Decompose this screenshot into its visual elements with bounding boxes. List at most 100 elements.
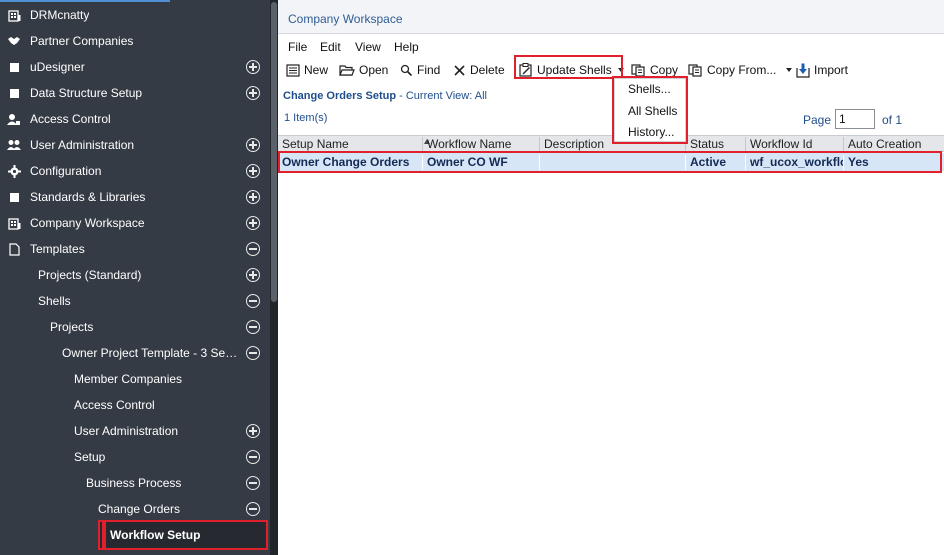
collapse-icon[interactable]	[246, 450, 260, 464]
sidebar-item-configuration[interactable]: Configuration	[0, 158, 270, 184]
new-document-icon	[286, 63, 300, 77]
sidebar-item-templates[interactable]: Templates	[0, 236, 270, 262]
expand-icon[interactable]	[246, 190, 260, 204]
dropdown-item-history[interactable]: History...	[628, 125, 674, 139]
collapse-icon[interactable]	[246, 242, 260, 256]
expand-icon[interactable]	[246, 164, 260, 178]
sidebar-item-member-companies[interactable]: Member Companies	[0, 366, 270, 392]
expand-icon[interactable]	[246, 138, 260, 152]
update-shells-button[interactable]: Update Shells	[519, 62, 624, 78]
sidebar-item-setup[interactable]: Setup	[0, 444, 270, 470]
sidebar-item-owner-project-template[interactable]: Owner Project Template - 3 Segm...	[0, 340, 270, 366]
copy-icon	[631, 63, 645, 77]
copy-button[interactable]: Copy	[631, 62, 678, 78]
sidebar-item-partner-companies[interactable]: Partner Companies	[0, 28, 270, 54]
table-header: Setup Name Workflow Name Description Sta…	[278, 135, 944, 152]
copy-from-button[interactable]: Copy From...	[688, 62, 793, 78]
folder-open-icon	[339, 64, 355, 76]
sidebar-item-label: uDesigner	[30, 60, 85, 74]
sidebar-item-company-workspace[interactable]: Company Workspace	[0, 210, 270, 236]
collapse-icon[interactable]	[246, 320, 260, 334]
sidebar-item-label: Projects	[50, 320, 94, 334]
building-icon	[7, 8, 21, 22]
menu-view[interactable]: View	[355, 40, 381, 54]
gear-icon	[7, 164, 21, 178]
dropdown-item-shells[interactable]: Shells...	[628, 82, 671, 96]
new-button[interactable]: New	[286, 62, 328, 78]
column-header-workflow-id[interactable]: Workflow Id	[746, 137, 844, 152]
dropdown-item-all-shells[interactable]: All Shells	[628, 104, 677, 118]
import-label: Import	[814, 63, 849, 77]
sidebar-item-label: Company Workspace	[30, 216, 145, 230]
expand-icon[interactable]	[246, 268, 260, 282]
sidebar-item-label: Business Process	[86, 476, 182, 490]
current-view-label: - Current View: All	[396, 90, 487, 102]
sidebar-item-data-structure-setup[interactable]: Data Structure Setup	[0, 80, 270, 106]
table-row[interactable]: Owner Change Orders Owner CO WF Active w…	[278, 153, 944, 171]
cell-auto-creation: Yes	[848, 155, 869, 169]
setup-title: Change Orders Setup - Current View: All	[283, 90, 487, 102]
sidebar-item-udesigner[interactable]: uDesigner	[0, 54, 270, 80]
sidebar-item-standards-libraries[interactable]: Standards & Libraries	[0, 184, 270, 210]
sidebar-item-label: Templates	[30, 242, 85, 256]
sidebar-item-shells[interactable]: Shells	[0, 288, 270, 314]
column-header-status[interactable]: Status	[686, 137, 746, 152]
sidebar-item-label: Shells	[38, 294, 71, 308]
menu-help[interactable]: Help	[394, 40, 419, 54]
sidebar-item-business-process[interactable]: Business Process	[0, 470, 270, 496]
scrollbar-thumb[interactable]	[271, 2, 277, 302]
sidebar-scrollbar[interactable]	[270, 0, 278, 555]
square-icon	[7, 190, 21, 204]
menu-edit[interactable]: Edit	[320, 40, 341, 54]
collapse-icon[interactable]	[246, 502, 260, 516]
delete-button[interactable]: Delete	[453, 62, 505, 78]
column-header-auto-creation[interactable]: Auto Creation	[844, 137, 944, 152]
cell-status: Active	[686, 155, 746, 170]
sidebar-item-label: Setup	[74, 450, 106, 464]
copy-from-icon	[688, 63, 702, 77]
cell-description	[540, 155, 686, 170]
handshake-icon	[7, 34, 21, 48]
sidebar-nav: DRMcnatty Partner Companies uDesigner Da…	[0, 0, 270, 555]
cell-workflow-name: Owner CO WF	[423, 155, 540, 170]
sidebar-item-change-orders[interactable]: Change Orders	[0, 496, 270, 522]
sidebar-item-workflow-setup[interactable]: Workflow Setup	[98, 522, 266, 548]
sidebar-item-drmcnatty[interactable]: DRMcnatty	[0, 2, 270, 28]
sidebar-item-projects-standard[interactable]: Projects (Standard)	[0, 262, 270, 288]
chevron-down-icon[interactable]	[617, 68, 624, 72]
copy-from-label: Copy From...	[707, 63, 777, 77]
sidebar-item-label: Projects (Standard)	[38, 268, 142, 282]
square-icon	[7, 60, 21, 74]
expand-icon[interactable]	[246, 216, 260, 230]
document-icon	[7, 242, 21, 256]
sidebar-item-user-administration-template[interactable]: User Administration	[0, 418, 270, 444]
expand-icon[interactable]	[246, 60, 260, 74]
page-number-input[interactable]	[835, 109, 875, 129]
column-header-workflow-name[interactable]: Workflow Name	[423, 137, 540, 152]
collapse-icon[interactable]	[246, 294, 260, 308]
expand-icon[interactable]	[246, 86, 260, 100]
collapse-icon[interactable]	[246, 476, 260, 490]
chevron-down-icon[interactable]	[786, 68, 793, 72]
sidebar-item-label: Access Control	[74, 398, 155, 412]
open-button[interactable]: Open	[339, 62, 388, 78]
copy-label: Copy	[650, 63, 679, 77]
expand-icon[interactable]	[246, 424, 260, 438]
update-shells-dropdown: Shells... All Shells History...	[614, 78, 686, 142]
collapse-icon[interactable]	[246, 346, 260, 360]
sidebar-item-label: DRMcnatty	[30, 8, 90, 22]
workspace-title-bar: Company Workspace	[278, 0, 944, 34]
sidebar-item-access-control-template[interactable]: Access Control	[0, 392, 270, 418]
column-header-setup-name[interactable]: Setup Name	[278, 137, 423, 152]
cell-workflow-id: wf_ucox_workflow	[746, 155, 844, 170]
sidebar-item-label: Owner Project Template - 3 Segm...	[62, 346, 242, 360]
update-shells-icon	[519, 63, 532, 77]
pager-label: Page	[803, 113, 832, 127]
sidebar-item-user-administration[interactable]: User Administration	[0, 132, 270, 158]
import-button[interactable]: Import	[796, 62, 848, 78]
find-button[interactable]: Find	[400, 62, 440, 78]
sidebar-item-projects[interactable]: Projects	[0, 314, 270, 340]
menu-file[interactable]: File	[288, 40, 307, 54]
sidebar-item-access-control[interactable]: Access Control	[0, 106, 270, 132]
close-icon	[454, 64, 465, 76]
